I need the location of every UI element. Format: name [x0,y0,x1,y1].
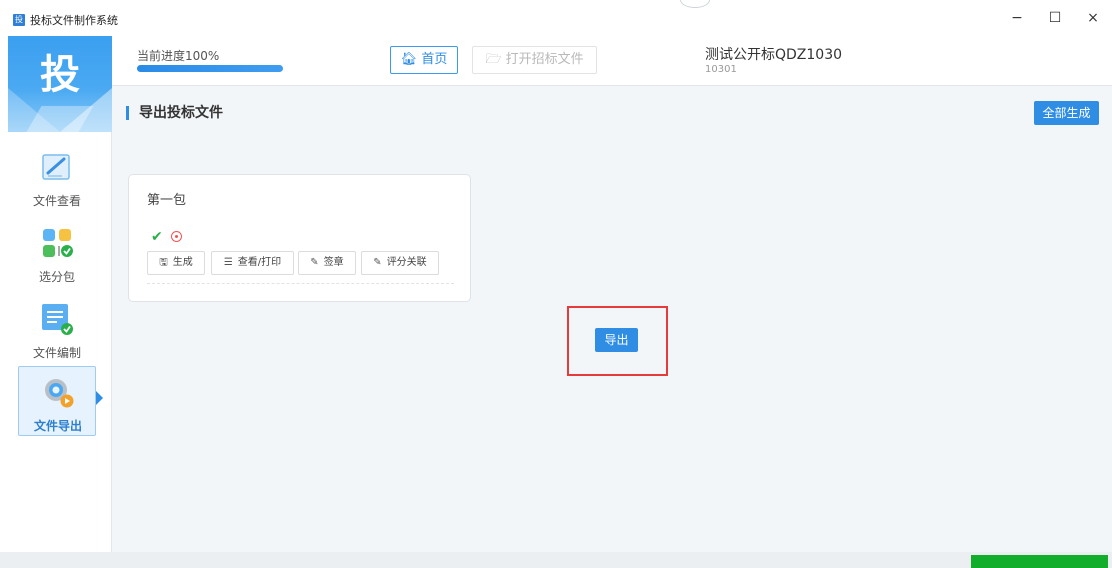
card-divider [147,283,454,284]
generate-button[interactable]: 🖫 生成 [147,251,205,275]
window-title: 投标文件制作系统 [30,14,118,27]
open-tender-file-button[interactable]: 🗁 打开招标文件 [472,46,597,74]
sidebar-item-label: 文件导出 [33,419,82,433]
progress-bar [137,65,283,72]
generate-button-label: 生成 [172,257,193,268]
list-icon: ☰ [223,257,233,268]
score-link-button[interactable]: ✎ 评分关联 [361,251,439,275]
active-indicator-arrow [96,391,103,405]
generate-all-button[interactable]: 全部生成 [1034,101,1099,125]
package-title: 第一包 [147,193,187,208]
home-button-label: 首页 [421,52,448,67]
check-icon: ✔ [151,229,163,245]
save-icon: 🖫 [159,257,168,268]
edit-icon: ✎ [373,257,382,268]
export-button[interactable]: 导出 [595,328,638,352]
home-icon: 🏠︎ [400,52,418,67]
sidebar-item-label: 文件编制 [32,346,81,360]
sign-seal-button[interactable]: ✎ 签章 [298,251,356,275]
status-indicator [971,555,1108,568]
sign-seal-button-label: 签章 [323,257,344,268]
sidebar-item-label: 文件查看 [32,194,81,208]
maximize-button[interactable]: ☐ [1040,8,1070,28]
decorative-arc [680,0,710,8]
sidebar-item-file-compile[interactable]: 文件编制 [18,294,96,364]
logo-text: 投 [40,51,80,98]
sidebar-item-file-export[interactable]: 文件导出 [18,366,103,436]
file-compile-icon [40,302,74,336]
progress-bar-fill [137,65,283,72]
folder-open-icon: 🗁 [485,52,502,67]
home-button[interactable]: 🏠︎ 首页 [390,46,458,74]
main-content: 导出投标文件 全部生成 第一包 ✔ 🖫 生成 ☰ 查看/打印 ✎ 签章 ✎ 评分关联 导… [112,86,1112,552]
package-select-icon [40,226,74,260]
section-title: 导出投标文件 [126,106,223,120]
sidebar-item-label: 选分包 [38,270,75,284]
sidebar-item-file-view[interactable]: 文件查看 [18,142,96,212]
close-button[interactable]: × [1078,8,1108,28]
score-link-button-label: 评分关联 [386,257,427,268]
top-header: 当前进度100% 🏠︎ 首页 🗁 打开招标文件 测试公开标QDZ1030 103… [112,36,1112,86]
app-window: 投 投标文件制作系统 − ☐ × 投 文件查看 选分包 文件编制 文件导出 当前… [0,0,1112,568]
edit-icon: ✎ [310,257,319,268]
gear-export-icon [41,375,75,409]
record-icon [171,231,182,242]
minimize-button[interactable]: − [1002,8,1032,28]
package-card: 第一包 ✔ 🖫 生成 ☰ 查看/打印 ✎ 签章 ✎ 评分关联 [128,174,471,302]
status-bar [0,552,1112,568]
app-icon: 投 [13,14,25,26]
view-print-button-label: 查看/打印 [237,257,282,268]
title-bar: 投 投标文件制作系统 − ☐ × [0,0,1112,36]
sidebar-item-package-select[interactable]: 选分包 [18,218,96,288]
sidebar: 投 文件查看 选分包 文件编制 文件导出 [8,36,112,558]
view-print-button[interactable]: ☰ 查看/打印 [211,251,294,275]
document-edit-icon [40,150,74,184]
project-name: 测试公开标QDZ1030 [705,47,843,63]
open-button-label: 打开招标文件 [505,52,584,67]
project-code: 10301 [705,64,737,75]
progress-label: 当前进度100% [137,49,220,63]
app-logo: 投 [8,36,112,132]
